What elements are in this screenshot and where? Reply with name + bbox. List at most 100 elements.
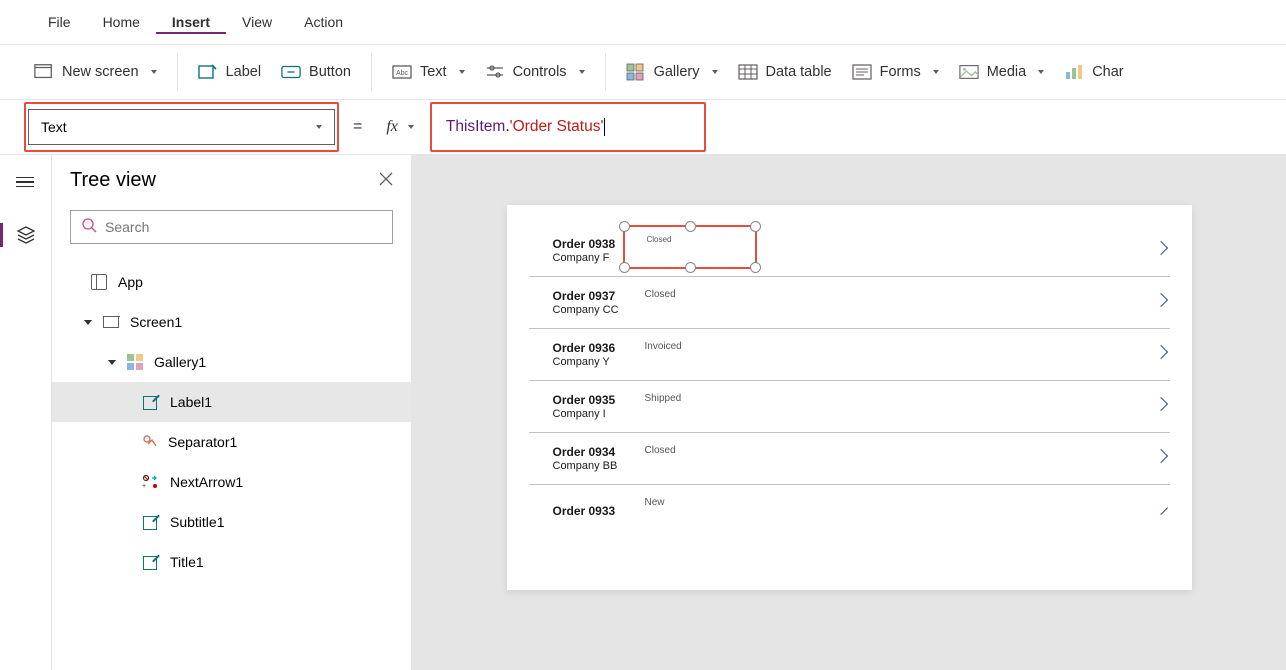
ribbon: New screen Label Button Abc Text Control… [0,45,1286,100]
label-label: Label [226,64,261,80]
data-table-button[interactable]: Data table [728,56,842,88]
label-button[interactable]: Label [188,56,271,88]
controls-button[interactable]: Controls [475,56,595,88]
controls-label: Controls [513,64,567,80]
row-status: Invoiced [645,341,682,352]
text-button[interactable]: Abc Text [382,56,475,88]
gallery-row[interactable]: Order 0933 New [529,485,1170,537]
media-icon [959,62,979,82]
gallery-row[interactable]: Order 0937 Company CC Closed [529,277,1170,329]
app-preview[interactable]: Closed Order 0938 Company F Order 0937 C… [507,205,1192,590]
tree-label: Screen1 [130,314,182,330]
new-screen-label: New screen [62,64,139,80]
fx-button[interactable]: fx [376,110,424,144]
chevron-down-icon [151,70,157,74]
search-box[interactable] [70,210,393,244]
formula-highlight: ThisItem.'Order Status' [430,102,706,152]
tree-item-title1[interactable]: Title1 [70,542,393,582]
row-title: Order 0937 [553,289,619,303]
svg-text:+: + [142,483,146,490]
row-subtitle: Company Y [553,356,616,368]
tree-item-label1[interactable]: Label1 [52,382,411,422]
gallery-row[interactable]: Order 0935 Company I Shipped [529,381,1170,433]
gallery-button[interactable]: Gallery [616,56,728,88]
tree-label: Label1 [170,394,212,410]
tree-item-separator1[interactable]: Separator1 [70,422,393,462]
chevron-down-icon [459,70,465,74]
chevron-down-icon [1038,70,1044,74]
row-title: Order 0933 [553,504,616,518]
expand-icon[interactable] [84,320,92,325]
media-label: Media [987,64,1027,80]
menu-view[interactable]: View [226,10,288,34]
chevron-down-icon [316,125,322,129]
next-arrow-icon[interactable] [1153,345,1167,359]
label-icon [142,513,160,531]
tree-item-screen[interactable]: Screen1 [70,302,393,342]
app-icon [90,273,108,291]
canvas[interactable]: Closed Order 0938 Company F Order 0937 C… [412,155,1286,670]
tree-label: Title1 [170,554,204,570]
formula-input[interactable]: ThisItem.'Order Status' [434,109,618,145]
screen-icon [102,313,120,331]
row-subtitle: Company CC [553,304,619,316]
menu-bar: File Home Insert View Action [0,0,1286,45]
expand-icon[interactable] [108,360,116,365]
chevron-down-icon [933,70,939,74]
tree-label: App [118,274,143,290]
chevron-down-icon [712,70,718,74]
tree-item-app[interactable]: App [70,262,393,302]
forms-button[interactable]: Forms [842,56,949,88]
tree-label: NextArrow1 [170,474,243,490]
close-panel-button[interactable] [379,170,393,191]
next-arrow-icon[interactable] [1153,501,1167,515]
tree-view-nav-button[interactable] [16,225,36,245]
next-arrow-icon[interactable] [1153,293,1167,307]
close-icon [379,172,393,186]
menu-action[interactable]: Action [288,10,359,34]
menu-file[interactable]: File [32,10,87,34]
tree-item-nextarrow1[interactable]: + NextArrow1 [70,462,393,502]
text-icon: Abc [392,62,412,82]
separator-icon [142,434,158,450]
fx-icon: fx [386,118,398,136]
forms-label: Forms [880,64,921,80]
next-arrow-icon[interactable] [1153,397,1167,411]
next-arrow-icon[interactable] [1153,449,1167,463]
row-subtitle: Company I [553,408,616,420]
new-screen-icon [34,62,54,82]
equals-sign: = [353,118,362,136]
hamburger-button[interactable] [16,175,36,195]
menu-home[interactable]: Home [87,10,156,34]
row-title: Order 0934 [553,445,618,459]
search-input[interactable] [105,219,382,235]
tree-item-gallery[interactable]: Gallery1 [70,342,393,382]
label-icon [142,553,160,571]
row-status: Shipped [645,393,682,404]
tree-item-subtitle1[interactable]: Subtitle1 [70,502,393,542]
property-dropdown-highlight: Text [24,102,339,152]
button-button[interactable]: Button [271,56,361,88]
formula-token-object: ThisItem [446,118,505,136]
gallery-row[interactable]: Order 0934 Company BB Closed [529,433,1170,485]
row-title: Order 0938 [553,237,616,251]
row-title: Order 0935 [553,393,616,407]
search-icon [81,217,97,238]
button-icon [281,62,301,82]
next-arrow-icon[interactable] [1153,241,1167,255]
text-label: Text [420,64,447,80]
gallery-row[interactable]: Order 0936 Company Y Invoiced [529,329,1170,381]
charts-button[interactable]: Char [1054,56,1133,88]
caret [604,118,605,136]
gallery-row[interactable]: Order 0938 Company F [529,225,1170,277]
tree-list: App Screen1 Gallery1 Label1 [70,262,393,582]
controls-icon [485,62,505,82]
media-button[interactable]: Media [949,56,1055,88]
tree-label: Separator1 [168,434,237,450]
button-label: Button [309,64,351,80]
chevron-down-icon [579,70,585,74]
menu-insert[interactable]: Insert [156,10,226,34]
nav-strip [0,155,52,670]
property-dropdown[interactable]: Text [28,109,335,145]
new-screen-button[interactable]: New screen [24,56,167,88]
